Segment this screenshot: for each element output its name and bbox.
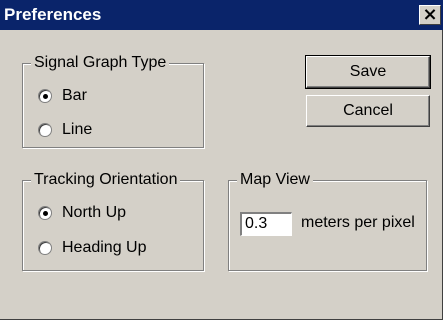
radio-line-label: Line (62, 121, 93, 138)
radio-north-up-indicator[interactable] (38, 206, 52, 220)
meters-per-pixel-input[interactable]: 0.3 (240, 212, 292, 236)
map-view-group: Map View 0.3 meters per pixel (228, 170, 427, 271)
map-view-title: Map View (237, 170, 313, 190)
radio-heading-up-label: Heading Up (62, 239, 147, 256)
tracking-orientation-title: Tracking Orientation (31, 170, 181, 190)
signal-graph-type-group: Signal Graph Type Bar Line (22, 53, 204, 148)
signal-graph-type-title: Signal Graph Type (31, 53, 170, 73)
radio-line-indicator[interactable] (38, 123, 52, 137)
radio-heading-up[interactable]: Heading Up (38, 238, 147, 258)
save-button[interactable]: Save (305, 55, 431, 89)
meters-per-pixel-label: meters per pixel (301, 214, 415, 231)
preferences-dialog: Preferences × Signal Graph Type Bar Line… (0, 0, 443, 320)
radio-bar-label: Bar (62, 87, 87, 104)
window-title: Preferences (4, 5, 102, 24)
radio-bar-indicator[interactable] (38, 89, 52, 103)
radio-line[interactable]: Line (38, 120, 92, 140)
radio-heading-up-indicator[interactable] (38, 241, 52, 255)
close-icon: × (422, 4, 438, 25)
radio-bar[interactable]: Bar (38, 86, 87, 106)
title-bar[interactable]: Preferences × (0, 0, 443, 30)
cancel-button[interactable]: Cancel (306, 95, 430, 127)
radio-north-up[interactable]: North Up (38, 203, 126, 223)
tracking-orientation-group: Tracking Orientation North Up Heading Up (22, 170, 204, 271)
radio-north-up-label: North Up (62, 204, 127, 221)
close-button[interactable]: × (419, 5, 441, 25)
